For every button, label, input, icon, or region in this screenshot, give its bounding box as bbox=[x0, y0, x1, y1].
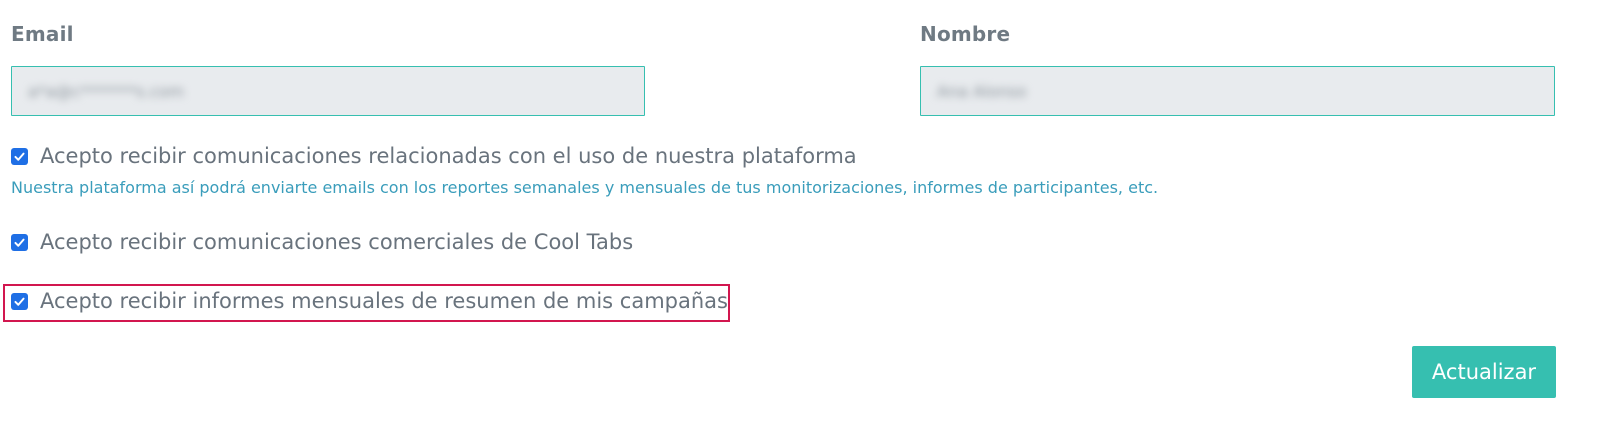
name-field[interactable]: Ana Alonso bbox=[920, 66, 1555, 116]
check-icon bbox=[14, 238, 25, 247]
check-icon bbox=[14, 297, 25, 306]
monthly-reports-checkbox[interactable] bbox=[11, 292, 28, 310]
email-label: Email bbox=[11, 22, 74, 46]
update-button[interactable]: Actualizar bbox=[1412, 346, 1556, 398]
name-label: Nombre bbox=[920, 22, 1011, 46]
commercial-communications-checkbox[interactable] bbox=[11, 233, 28, 251]
commercial-communications-option[interactable]: Acepto recibir comunicaciones comerciale… bbox=[11, 230, 633, 254]
platform-communications-help: Nuestra plataforma así podrá enviarte em… bbox=[11, 178, 1159, 197]
monthly-reports-option[interactable]: Acepto recibir informes mensuales de res… bbox=[11, 289, 728, 313]
platform-communications-checkbox[interactable] bbox=[11, 147, 28, 165]
check-icon bbox=[14, 152, 25, 161]
monthly-reports-label: Acepto recibir informes mensuales de res… bbox=[40, 289, 728, 313]
platform-communications-option[interactable]: Acepto recibir comunicaciones relacionad… bbox=[11, 144, 857, 168]
email-field[interactable]: a*a@c*******s.com bbox=[11, 66, 645, 116]
platform-communications-label: Acepto recibir comunicaciones relacionad… bbox=[40, 144, 857, 168]
commercial-communications-label: Acepto recibir comunicaciones comerciale… bbox=[40, 230, 634, 254]
email-value: a*a@c*******s.com bbox=[28, 81, 184, 101]
name-value: Ana Alonso bbox=[937, 81, 1027, 101]
